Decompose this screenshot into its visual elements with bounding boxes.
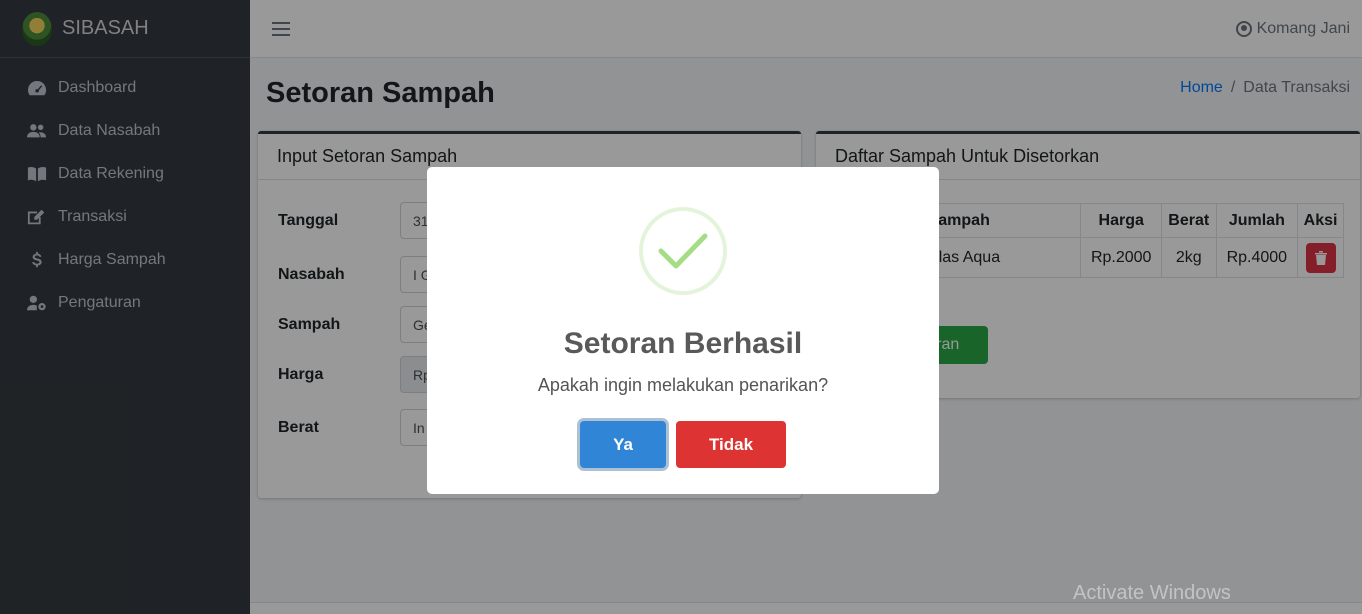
success-check-icon xyxy=(639,207,727,295)
dialog-title: Setoran Berhasil xyxy=(563,327,803,360)
success-dialog: Setoran Berhasil Apakah ingin melakukan … xyxy=(427,167,939,494)
dialog-message: Apakah ingin melakukan penarikan? xyxy=(537,375,829,395)
dialog-actions: Ya Tidak xyxy=(427,421,939,468)
activate-windows-watermark: Activate Windows xyxy=(1073,582,1231,604)
cancel-button[interactable]: Tidak xyxy=(676,421,786,468)
confirm-button[interactable]: Ya xyxy=(580,421,666,468)
